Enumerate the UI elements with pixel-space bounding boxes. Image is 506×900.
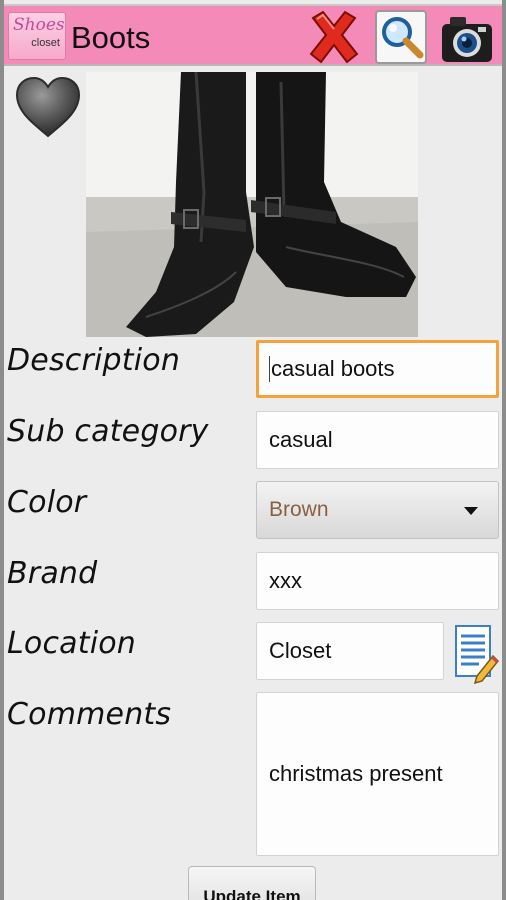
search-icon[interactable]: [375, 10, 427, 64]
location-label: Location: [7, 626, 137, 661]
description-label: Description: [7, 343, 181, 378]
camera-icon[interactable]: [438, 8, 496, 66]
text-caret: [269, 356, 270, 382]
logo-text-bottom: closet: [31, 37, 60, 49]
comments-field[interactable]: christmas present: [256, 692, 499, 856]
dropdown-arrow-icon: [464, 507, 478, 515]
close-icon[interactable]: [305, 8, 363, 66]
brand-value: xxx: [269, 568, 302, 593]
heart-icon[interactable]: [14, 74, 82, 142]
page-title: Boots: [71, 20, 151, 55]
title-bar: Shoes closet Boots: [4, 4, 502, 66]
screen: Shoes closet Boots Description Sub categ…: [4, 0, 502, 900]
app-logo: Shoes closet: [8, 12, 66, 60]
sub-category-value: casual: [269, 427, 333, 452]
brand-field[interactable]: xxx: [256, 552, 499, 610]
comments-value: christmas present: [269, 761, 443, 786]
color-selected-value: Brown: [269, 498, 329, 521]
location-value: Closet: [269, 638, 332, 663]
edit-notes-icon[interactable]: [453, 624, 500, 685]
color-select[interactable]: Brown: [256, 481, 499, 539]
brand-label: Brand: [7, 556, 98, 591]
sub-category-field[interactable]: casual: [256, 411, 499, 469]
description-field[interactable]: casual boots: [256, 340, 499, 398]
comments-label: Comments: [7, 697, 172, 732]
item-photo[interactable]: [86, 72, 418, 337]
sub-category-label: Sub category: [7, 414, 209, 449]
location-field[interactable]: Closet: [256, 622, 444, 680]
description-value: casual boots: [271, 356, 395, 381]
logo-text-top: Shoes: [13, 15, 65, 35]
color-label: Color: [7, 485, 87, 520]
update-item-button[interactable]: Update Item: [188, 866, 316, 900]
